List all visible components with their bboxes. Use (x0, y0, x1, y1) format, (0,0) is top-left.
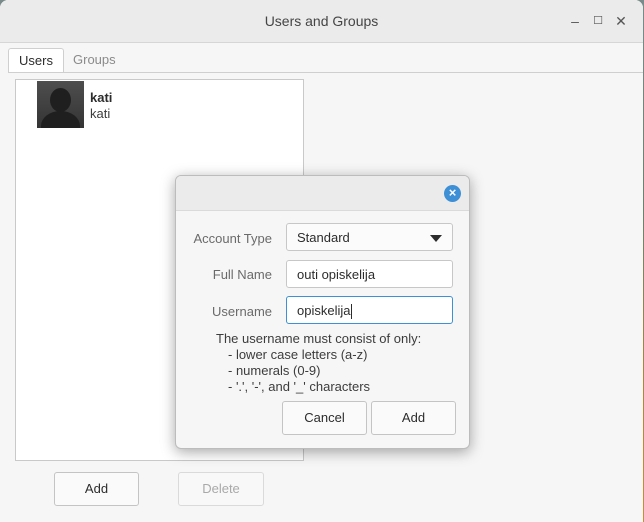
avatar-head-shape (50, 88, 71, 112)
full-name-label: Full Name (212, 267, 272, 282)
chevron-down-icon (430, 235, 442, 242)
full-name-value: outi opiskelija (297, 267, 376, 282)
window-title: Users and Groups (264, 13, 379, 29)
username-label: Username (212, 304, 272, 319)
full-name-field[interactable]: outi opiskelija (286, 260, 453, 288)
add-user-dialog: × Account Type Standard Full Name outi o… (175, 175, 470, 449)
tab-groups[interactable]: Groups (63, 48, 126, 72)
tab-divider (8, 72, 643, 73)
cancel-button[interactable]: Cancel (282, 401, 367, 435)
minimize-icon[interactable]: – (566, 12, 584, 30)
hint-item: - '.', '-', and '_' characters (228, 379, 371, 394)
hint-title: The username must consist of only: (216, 331, 422, 346)
account-type-label: Account Type (193, 231, 272, 246)
username-value: opiskelija (297, 303, 351, 318)
title-bar[interactable]: Users and Groups – ☐ ✕ (0, 0, 643, 43)
add-button[interactable]: Add (371, 401, 456, 435)
account-type-value: Standard (297, 230, 350, 245)
add-user-button[interactable]: Add (54, 472, 139, 506)
avatar (37, 81, 84, 128)
username-field[interactable]: opiskelija (286, 296, 453, 324)
dialog-header[interactable]: × (176, 176, 469, 211)
close-icon[interactable]: ✕ (612, 12, 630, 30)
user-name: kati (90, 90, 113, 105)
delete-user-button[interactable]: Delete (178, 472, 264, 506)
avatar-body-shape (41, 111, 80, 128)
hint-item: - numerals (0-9) (228, 363, 321, 378)
close-icon[interactable]: × (444, 185, 461, 202)
maximize-icon[interactable]: ☐ (589, 12, 607, 30)
username-hint: The username must consist of only: - low… (216, 331, 421, 395)
hint-item: - lower case letters (a-z) (228, 347, 368, 362)
tab-users[interactable]: Users (8, 48, 64, 73)
account-type-select[interactable]: Standard (286, 223, 453, 251)
user-login: kati (90, 106, 111, 121)
text-cursor (351, 304, 353, 320)
